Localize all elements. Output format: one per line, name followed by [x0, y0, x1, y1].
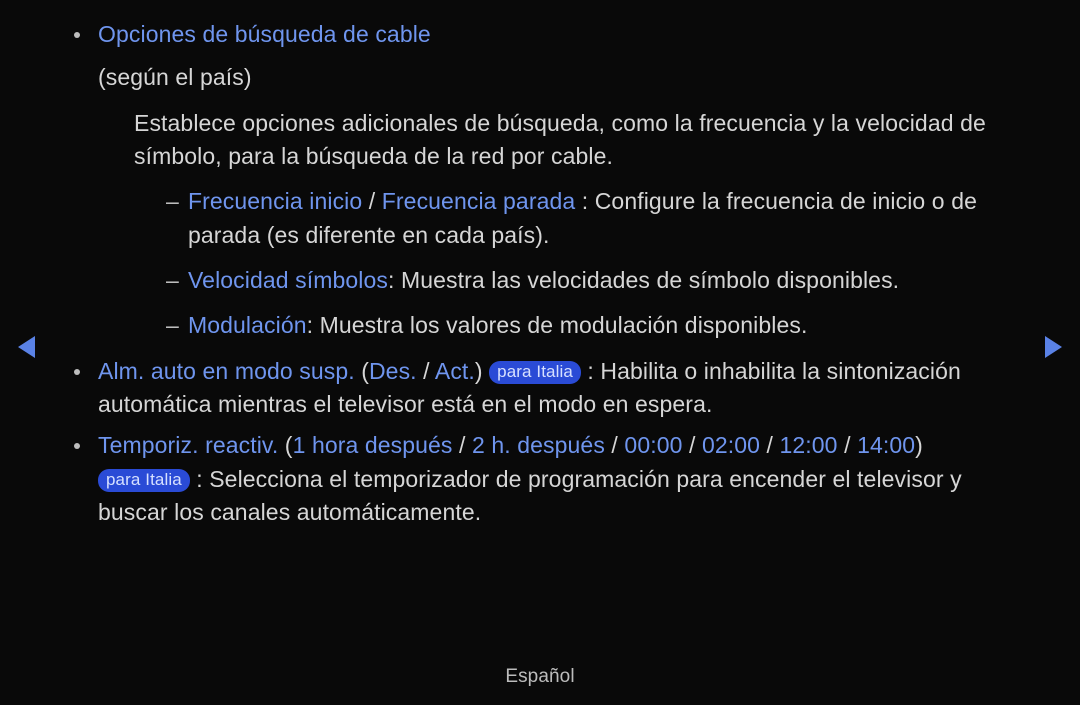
subitem-desc: : Muestra los valores de modulación disp…	[307, 312, 808, 338]
region-badge: para Italia	[489, 361, 581, 384]
item-desc: : Selecciona el temporizador de programa…	[98, 466, 962, 525]
option-off: Des.	[369, 358, 417, 384]
item-title: Alm. auto en modo susp.	[98, 358, 355, 384]
item-country-note: (según el país)	[98, 61, 1020, 94]
help-content: Opciones de búsqueda de cable (según el …	[0, 0, 1080, 529]
item-title: Opciones de búsqueda de cable	[98, 21, 431, 47]
option-1200: 12:00	[780, 432, 838, 458]
item-description: Establece opciones adicionales de búsque…	[98, 107, 1020, 174]
subitem-frequency: Frecuencia inicio / Frecuencia parada : …	[166, 185, 1020, 252]
subitem-symbol-rate: Velocidad símbolos: Muestra las velocida…	[166, 264, 1020, 297]
prev-page-arrow[interactable]	[18, 336, 35, 358]
option-0000: 00:00	[624, 432, 682, 458]
term-frequency-start: Frecuencia inicio	[188, 188, 362, 214]
term-frequency-stop: Frecuencia parada	[382, 188, 575, 214]
option-0200: 02:00	[702, 432, 760, 458]
option-on: Act.	[435, 358, 475, 384]
option-2h: 2 h. después	[472, 432, 605, 458]
region-badge: para Italia	[98, 469, 190, 492]
footer-language: Español	[0, 663, 1080, 691]
item-wakeup-timer: Temporiz. reactiv. (1 hora después / 2 h…	[80, 429, 1020, 529]
option-1400: 14:00	[857, 432, 915, 458]
item-auto-store-standby: Alm. auto en modo susp. (Des. / Act.) pa…	[80, 355, 1020, 422]
subitem-modulation: Modulación: Muestra los valores de modul…	[166, 309, 1020, 342]
subitem-desc: : Muestra las velocidades de símbolo dis…	[388, 267, 899, 293]
next-page-arrow[interactable]	[1045, 336, 1062, 358]
item-cable-search-options: Opciones de búsqueda de cable (según el …	[80, 18, 1020, 343]
option-1h: 1 hora después	[293, 432, 453, 458]
term-symbol-rate: Velocidad símbolos	[188, 267, 388, 293]
item-title: Temporiz. reactiv.	[98, 432, 278, 458]
term-modulation: Modulación	[188, 312, 307, 338]
